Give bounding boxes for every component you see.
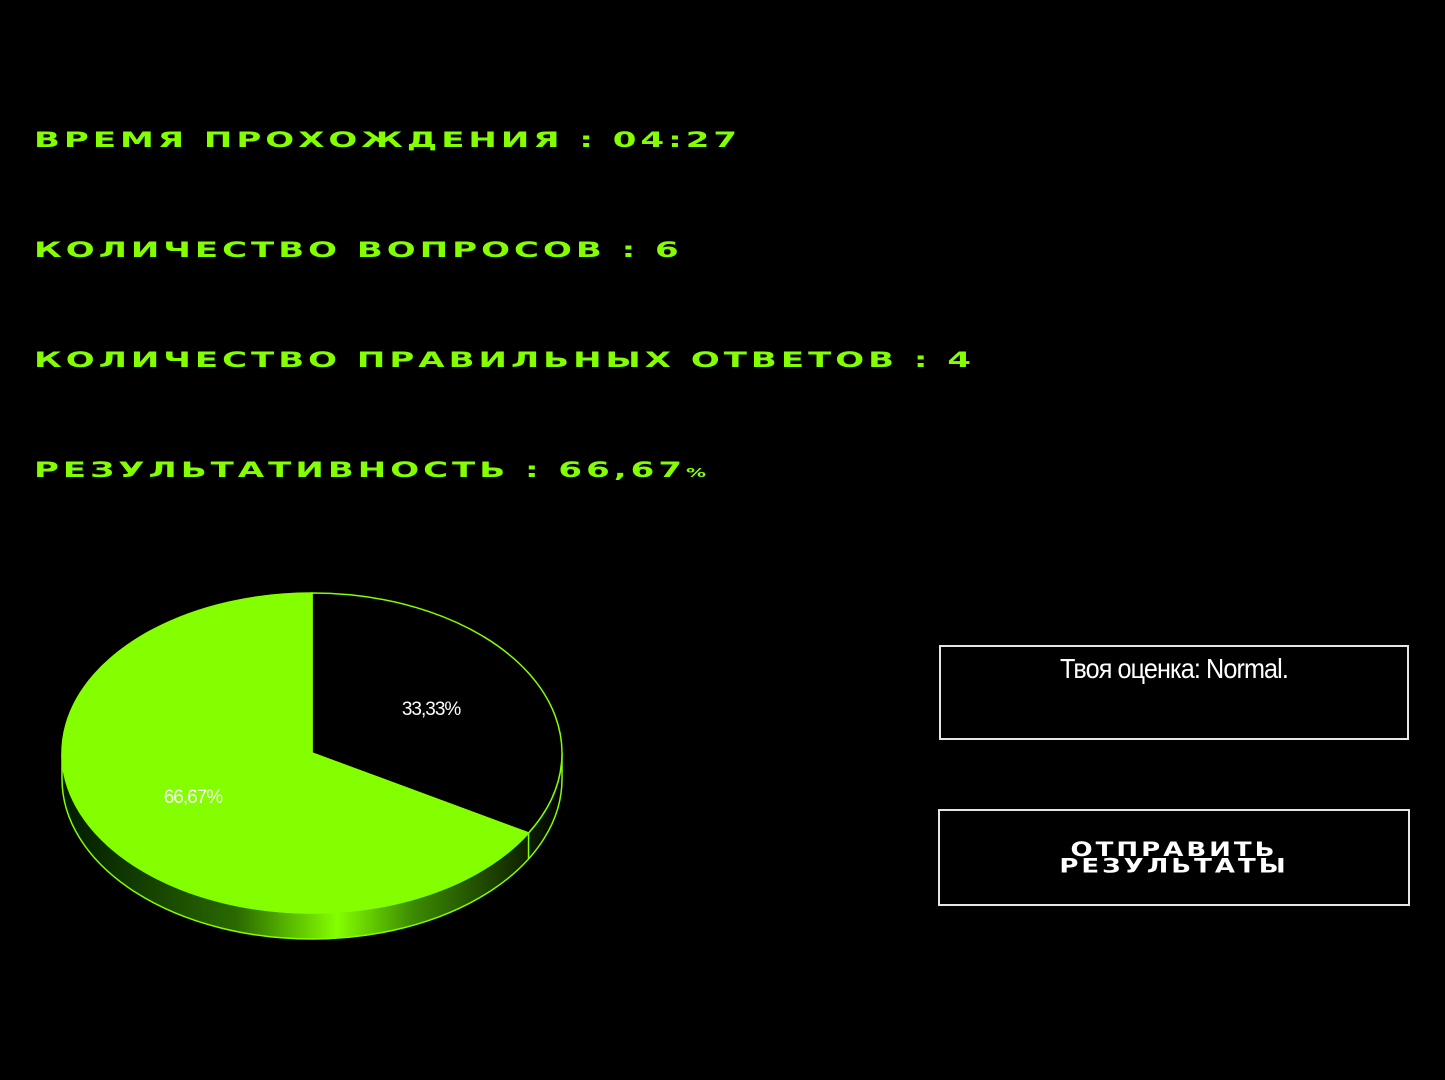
effectiveness-stat: РЕЗУЛЬТАТИВНОСТЬ : 66,67% <box>34 458 706 483</box>
questions-count-stat: КОЛИЧЕСТВО ВОПРОСОВ : 6 <box>34 238 683 263</box>
grade-box: Твоя оценка: Normal. <box>939 645 1409 740</box>
submit-results-label: ОТПРАВИТЬ РЕЗУЛЬТАТЫ <box>1059 838 1289 877</box>
pie-label-2: 66,67% <box>164 787 224 808</box>
pie-top-face <box>61 592 563 914</box>
time-stat-text: ВРЕМЯ ПРОХОЖДЕНИЯ : 04:27 <box>34 127 742 153</box>
questions-count-text: КОЛИЧЕСТВО ВОПРОСОВ : 6 <box>34 237 683 263</box>
submit-results-button[interactable]: ОТПРАВИТЬ РЕЗУЛЬТАТЫ <box>938 809 1410 906</box>
percent-sign: % <box>685 465 707 480</box>
pie-label-1: 33,33% <box>402 699 462 720</box>
results-screen: ВРЕМЯ ПРОХОЖДЕНИЯ : 04:27 КОЛИЧЕСТВО ВОП… <box>0 0 1445 1080</box>
results-pie-chart: 33,33% 66,67% <box>61 592 563 940</box>
grade-text: Твоя оценка: Normal. <box>1060 653 1289 684</box>
time-stat: ВРЕМЯ ПРОХОЖДЕНИЯ : 04:27 <box>34 128 741 153</box>
correct-answers-text: КОЛИЧЕСТВО ПРАВИЛЬНЫХ ОТВЕТОВ : 4 <box>34 347 976 373</box>
effectiveness-text: РЕЗУЛЬТАТИВНОСТЬ : 66,67 <box>34 457 686 483</box>
correct-answers-stat: КОЛИЧЕСТВО ПРАВИЛЬНЫХ ОТВЕТОВ : 4 <box>34 348 975 373</box>
